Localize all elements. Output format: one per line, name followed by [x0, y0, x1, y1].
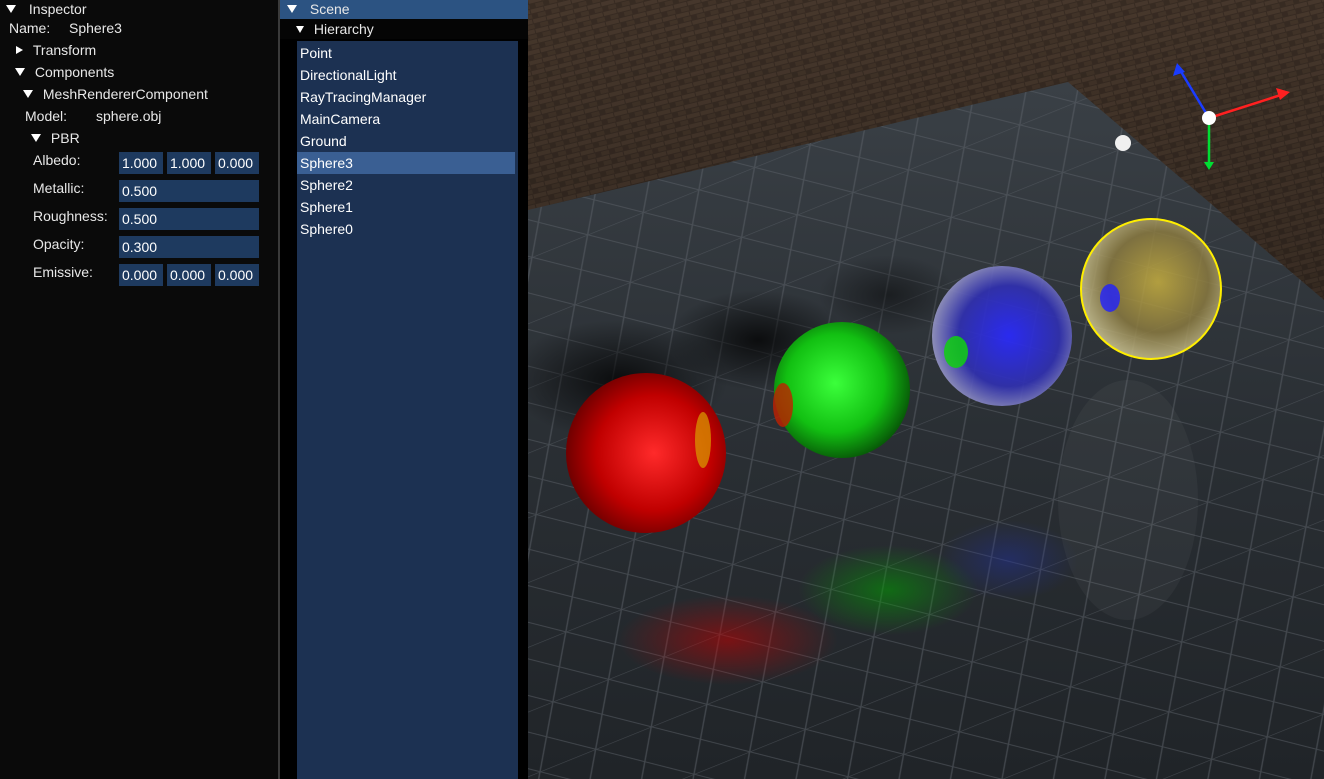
model-label: Model:	[25, 108, 68, 124]
collapse-arrow-icon[interactable]	[23, 90, 33, 99]
gizmo-center[interactable]	[1202, 111, 1216, 125]
hierarchy-list: Point DirectionalLight RayTracingManager…	[297, 41, 518, 779]
inspector-title: Inspector	[28, 1, 87, 17]
albedo-r-field[interactable]: 1.000	[119, 152, 163, 174]
inspector-panel: Inspector Name: Sphere3 Transform Compon…	[0, 0, 278, 779]
emissive-label: Emissive:	[33, 264, 93, 280]
name-value: Sphere3	[69, 20, 122, 36]
collapse-arrow-icon[interactable]	[6, 5, 16, 14]
hierarchy-header[interactable]: Hierarchy	[280, 19, 528, 39]
name-label: Name:	[9, 20, 51, 36]
collapse-arrow-icon[interactable]	[15, 68, 25, 77]
model-value: sphere.obj	[96, 108, 162, 124]
emissive-r-field[interactable]: 0.000	[119, 264, 163, 286]
hierarchy-item-point[interactable]: Point	[297, 42, 515, 64]
collapse-arrow-icon[interactable]	[31, 134, 41, 143]
metallic-field[interactable]: 0.500	[119, 180, 259, 202]
hierarchy-item-ray-tracing-manager[interactable]: RayTracingManager	[297, 86, 515, 108]
scene-panel: Scene Hierarchy Point DirectionalLight R…	[280, 0, 528, 779]
opacity-label: Opacity:	[33, 236, 85, 252]
hierarchy-item-ground[interactable]: Ground	[297, 130, 515, 152]
point-light-icon[interactable]	[1115, 135, 1131, 151]
scene-header[interactable]: Scene	[280, 0, 528, 19]
sphere2[interactable]	[932, 266, 1072, 406]
roughness-label: Roughness:	[33, 208, 108, 224]
transform-node[interactable]: Transform	[16, 40, 96, 60]
mesh-renderer-node[interactable]: MeshRendererComponent	[23, 84, 208, 104]
collapse-arrow-icon[interactable]	[287, 5, 297, 14]
pbr-label: PBR	[50, 130, 80, 146]
albedo-label: Albedo:	[33, 152, 81, 168]
pbr-node[interactable]: PBR	[31, 128, 80, 148]
inspector-header[interactable]: Inspector	[6, 0, 86, 19]
mesh-renderer-label: MeshRendererComponent	[42, 86, 208, 102]
scene-title: Scene	[309, 1, 350, 17]
roughness-field[interactable]: 0.500	[119, 208, 259, 230]
hierarchy-item-sphere3[interactable]: Sphere3	[297, 152, 515, 174]
hierarchy-item-sphere0[interactable]: Sphere0	[297, 218, 515, 240]
collapse-arrow-icon[interactable]	[296, 25, 304, 33]
transform-label: Transform	[32, 42, 97, 58]
opacity-field[interactable]: 0.300	[119, 236, 259, 258]
hierarchy-item-main-camera[interactable]: MainCamera	[297, 108, 515, 130]
emissive-b-field[interactable]: 0.000	[215, 264, 259, 286]
sphere1[interactable]	[774, 322, 910, 458]
components-node[interactable]: Components	[15, 62, 114, 82]
metallic-label: Metallic:	[33, 180, 85, 196]
albedo-b-field[interactable]: 0.000	[215, 152, 259, 174]
hierarchy-label: Hierarchy	[313, 21, 374, 37]
scene-viewport[interactable]	[528, 0, 1324, 779]
emissive-g-field[interactable]: 0.000	[167, 264, 211, 286]
hierarchy-item-directional-light[interactable]: DirectionalLight	[297, 64, 515, 86]
expand-arrow-icon[interactable]	[16, 46, 23, 55]
albedo-g-field[interactable]: 1.000	[167, 152, 211, 174]
viewport-render	[528, 0, 1324, 779]
hierarchy-item-sphere2[interactable]: Sphere2	[297, 174, 515, 196]
components-label: Components	[34, 64, 115, 80]
hierarchy-item-sphere1[interactable]: Sphere1	[297, 196, 515, 218]
